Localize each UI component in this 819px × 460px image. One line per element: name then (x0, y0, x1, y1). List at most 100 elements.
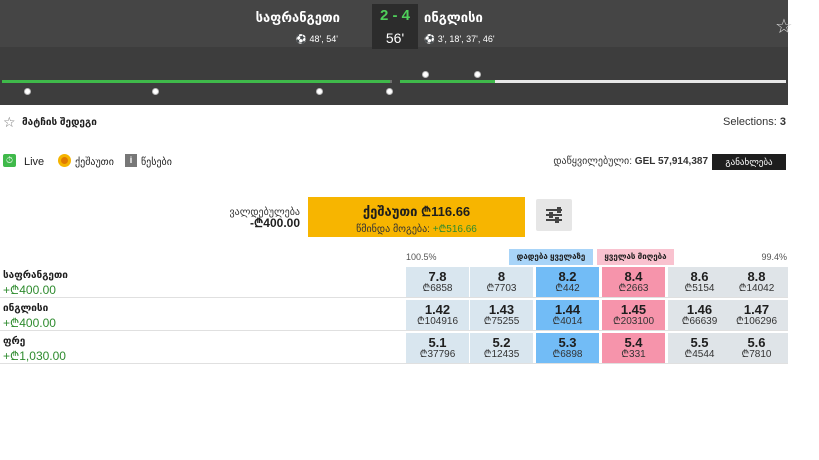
back-price-best-button[interactable]: 1.44 ₾4014 (536, 300, 599, 330)
favourite-star-icon[interactable]: ☆ (775, 14, 793, 39)
away-goal-ball-icon (152, 88, 159, 95)
runner-row: ინგლისი +₾400.00 1.42 ₾104916 1.43 ₾75255 1.… (0, 299, 788, 331)
live-label: Live (24, 156, 45, 168)
cashout-button-label: ქეშაუთი ₾116.66 (362, 204, 471, 219)
odds-size: ₾4544 (684, 349, 715, 360)
timeline-second-half-progress (400, 80, 495, 83)
away-goal-times: ⚽ 3', 18', 37', 46' (424, 34, 495, 44)
odds-size: ₾4014 (552, 316, 583, 327)
odds-size: ₾442 (555, 283, 580, 294)
runner-name: ინგლისი (3, 303, 49, 314)
odds-price: 8 (497, 269, 506, 284)
lay-price-2-button[interactable]: 5.5 ₾4544 (668, 333, 731, 363)
lay-price-3-button[interactable]: 8.8 ₾14042 (725, 267, 788, 297)
lay-price-best-button[interactable]: 1.45 ₾203100 (602, 300, 665, 330)
odds-size: ₾203100 (612, 316, 655, 327)
runner-profit: +₾1,030.00 (3, 349, 66, 363)
net-profit-value: +₾516.66 (432, 224, 477, 235)
odds-size: ₾7703 (486, 283, 517, 294)
runner-profit: +₾400.00 (3, 316, 56, 330)
live-clock-icon: ⏱ (3, 154, 16, 167)
odds-price: 5.5 (690, 335, 709, 350)
odds-size: ₾2663 (618, 283, 649, 294)
odds-price: 1.44 (554, 302, 581, 317)
net-profit-label: წმინდა მოგება: (356, 224, 430, 235)
odds-size: ₾37796 (419, 349, 456, 360)
odds-price: 1.47 (743, 302, 770, 317)
selections-label: Selections: (723, 116, 777, 128)
odds-price: 5.3 (558, 335, 577, 350)
home-goal-ball-icon (422, 71, 429, 78)
rules-link[interactable]: წესები (141, 157, 172, 168)
runner-row: საფრანგეთი +₾400.00 7.8 ₾6858 8 ₾7703 8.2 ₾44… (0, 266, 788, 298)
back-price-3-button[interactable]: 5.1 ₾37796 (406, 333, 469, 363)
back-price-best-button[interactable]: 8.2 ₾442 (536, 267, 599, 297)
lay-book-percentage: 99.4% (761, 252, 787, 262)
liability-value: -₾400.00 (250, 216, 300, 230)
odds-size: ₾5154 (684, 283, 715, 294)
away-team-name: ინგლისი (424, 10, 483, 25)
selections-number: 3 (779, 116, 786, 128)
market-header: ☆ მატჩის შედეგი Selections: 3 (0, 112, 788, 134)
market-status-bar: ⏱ Live ქეშაუთი i წესები დაწყვილებული: GE… (0, 153, 788, 171)
runner-name: საფრანგეთი (3, 270, 68, 281)
lay-price-2-button[interactable]: 1.46 ₾66639 (668, 300, 731, 330)
timeline-first-half-progress (2, 80, 390, 83)
info-icon[interactable]: i (125, 154, 137, 167)
market-title: მატჩის შედეგი (22, 117, 97, 128)
odds-size: ₾66639 (681, 316, 718, 327)
odds-price: 8.6 (690, 269, 709, 284)
odds-size: ₾106296 (735, 316, 778, 327)
odds-price: 8.2 (558, 269, 577, 284)
home-goal-times: ⚽ 48', 54' (295, 34, 338, 44)
back-price-3-button[interactable]: 1.42 ₾104916 (406, 300, 469, 330)
back-price-3-button[interactable]: 7.8 ₾6858 (406, 267, 469, 297)
runner-row: ფრე +₾1,030.00 5.1 ₾37796 5.2 ₾12435 5.3 ₾689… (0, 332, 788, 364)
matched-value: GEL 57,914,387 (634, 156, 708, 167)
matched-amount: დაწყვილებული: GEL 57,914,387 (553, 156, 708, 167)
back-price-2-button[interactable]: 5.2 ₾12435 (470, 333, 533, 363)
odds-price: 5.4 (624, 335, 643, 350)
refresh-button[interactable]: განახლება (712, 154, 786, 170)
odds-price: 5.2 (492, 335, 511, 350)
odds-size: ₾75255 (483, 316, 520, 327)
cashout-button[interactable]: ქეშაუთი ₾116.66 წმინდა მოგება: +₾516.66 (308, 197, 525, 237)
back-all-button[interactable]: დადება ყველაზე (509, 249, 593, 265)
away-goal-ball-icon (316, 88, 323, 95)
cashout-label: ქეშაუთი (75, 157, 114, 168)
lay-all-button[interactable]: ყველას მიღება (597, 249, 674, 265)
match-minute: 56' (372, 28, 418, 49)
lay-price-2-button[interactable]: 8.6 ₾5154 (668, 267, 731, 297)
odds-price: 7.8 (428, 269, 447, 284)
market-favourite-star-icon[interactable]: ☆ (3, 114, 16, 131)
odds-size: ₾14042 (738, 283, 775, 294)
odds-price: 1.43 (488, 302, 515, 317)
lay-price-best-button[interactable]: 5.4 ₾331 (602, 333, 665, 363)
odds-size: ₾6898 (552, 349, 583, 360)
match-score: 2 - 4 (372, 4, 418, 28)
lay-price-3-button[interactable]: 1.47 ₾106296 (725, 300, 788, 330)
odds-size: ₾104916 (416, 316, 459, 327)
odds-price: 8.4 (624, 269, 643, 284)
back-price-best-button[interactable]: 5.3 ₾6898 (536, 333, 599, 363)
cashout-coin-icon (58, 154, 71, 167)
back-book-percentage: 100.5% (406, 252, 437, 262)
odds-price: 5.6 (747, 335, 766, 350)
odds-price: 1.45 (620, 302, 647, 317)
match-timeline (0, 60, 788, 105)
home-goal-ball-icon (474, 71, 481, 78)
away-goal-ball-icon (24, 88, 31, 95)
back-price-2-button[interactable]: 1.43 ₾75255 (470, 300, 533, 330)
matched-label: დაწყვილებული: (553, 156, 633, 167)
odds-size: ₾7810 (741, 349, 772, 360)
cashout-settings-sliders-icon[interactable] (536, 199, 572, 231)
odds-price: 5.1 (428, 335, 447, 350)
away-goal-ball-icon (386, 88, 393, 95)
selections-count: Selections: 3 (723, 116, 786, 128)
runner-name: ფრე (3, 336, 26, 347)
liability: ვალდებულება -₾400.00 (200, 207, 300, 229)
lay-price-best-button[interactable]: 8.4 ₾2663 (602, 267, 665, 297)
lay-price-3-button[interactable]: 5.6 ₾7810 (725, 333, 788, 363)
odds-price: 1.46 (686, 302, 713, 317)
back-price-2-button[interactable]: 8 ₾7703 (470, 267, 533, 297)
